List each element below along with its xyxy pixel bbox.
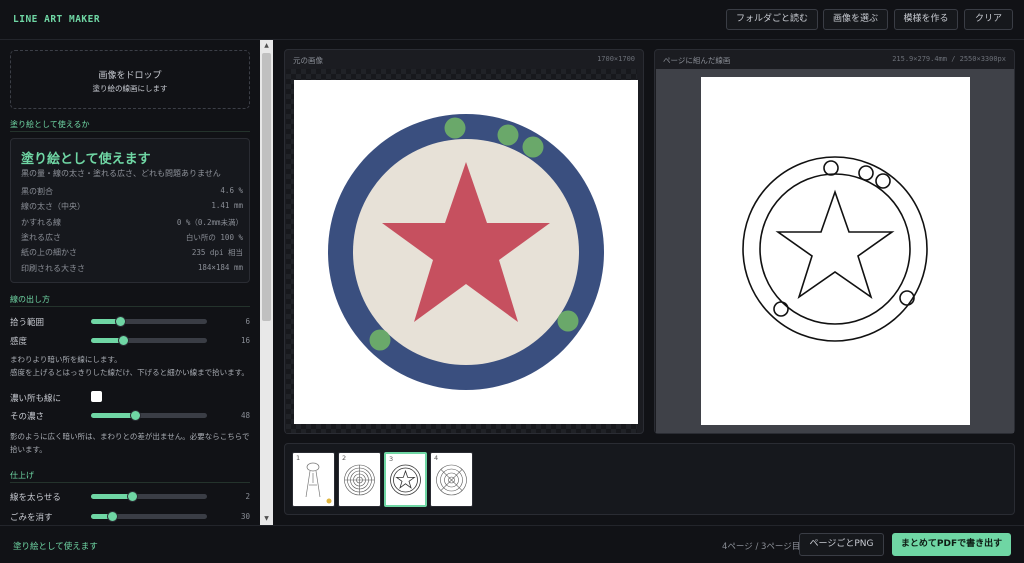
stat-faint-lines: かすれる線 0 %（0.2mm未満） [21,217,243,229]
page-panel-title: ページに組んだ線画 [663,56,731,65]
stat-label: 印刷される大きさ [21,264,85,273]
original-panel-title: 元の画像 [293,56,323,65]
export-pdf-button[interactable]: まとめてPDFで書き出す [892,533,1011,556]
page-area [656,69,1014,433]
assessment-card: 塗り絵として使えます 黒の量・線の太さ・塗れる広さ、どれも問題ありません 黒の割… [10,138,250,283]
sensitivity-value: 16 [240,336,250,345]
settings-sidebar: 画像をドロップ 塗り絵の線画にします 塗り絵として使えるか 塗り絵として使えます… [0,40,258,525]
density-value: 48 [240,411,250,420]
stat-value: 1.41 mm [211,201,243,210]
denoise-label: ごみを消す [10,513,53,523]
dark-as-line-checkbox[interactable] [91,391,102,402]
star-badge-image [328,114,604,390]
slider-thumb[interactable] [115,316,126,327]
sidebar-scrollbar[interactable]: ▲ ▼ [260,40,273,525]
stat-value: 184×184 mm [197,263,243,272]
slider-thumb[interactable] [130,410,142,421]
density-label: その濃さ [10,412,45,422]
line-note-bold: まわりより暗い所を線にします。 [10,355,122,364]
line-section-title: 線の出し方 [10,294,250,307]
original-image-size: 1700×1700 [597,55,635,63]
page-panel-header: ページに組んだ線画 215.9×279.4mm / 2550×3300px [663,55,1006,67]
stat-fillable-area: 塗れる広さ 白い所の 100 % [21,232,243,244]
page-size: 215.9×279.4mm / 2550×3300px [892,55,1006,63]
range-value: 6 [245,317,250,326]
range-slider[interactable] [91,316,207,327]
thumbnail-number: 2 [342,454,347,462]
app-header: LINE ART MAKER フォルダごと読む 画像を選ぶ 模様を作る クリア [0,0,1024,40]
original-image [294,80,638,424]
page-sheet [701,77,970,425]
stat-black-ratio: 黒の割合 4.6 % [21,186,243,198]
assessment-section-title: 塗り絵として使えるか [10,119,250,132]
slider-thumb[interactable] [118,335,130,346]
slider-thumb[interactable] [126,491,138,502]
stat-label: 紙の上の細かさ [21,248,77,257]
stat-label: 線の太さ（中央） [21,202,85,211]
clear-button[interactable]: クリア [964,9,1013,30]
verdict-subtext: 黒の量・線の太さ・塗れる広さ、どれも問題ありません [21,169,221,178]
stat-value: 235 dpi 相当 [191,248,243,257]
app-title: LINE ART MAKER [13,14,101,25]
shadow-note: 影のように広く暗い所は、まわりとの差が出ません。必要ならこちらで拾います。 [10,432,250,454]
original-image-panel: 元の画像 1700×1700 [284,49,644,434]
stat-detail-dpi: 紙の上の細かさ 235 dpi 相当 [21,247,243,259]
scroll-down-arrow-icon[interactable]: ▼ [260,513,273,525]
sensitivity-label: 感度 [10,337,28,347]
stat-value: 白い所の 100 % [185,233,243,242]
stat-line-width: 線の太さ（中央） 1.41 mm [21,201,243,213]
line-note-body: 感度を上げるとはっきりした線だけ、下げると細かい線まで拾います。 [10,368,249,377]
sensitivity-slider[interactable] [91,335,207,346]
page-thumbnail[interactable]: 4 [430,452,473,507]
stat-value: 0 %（0.2mm未満） [176,218,243,227]
original-panel-header: 元の画像 1700×1700 [293,55,635,67]
scroll-up-arrow-icon[interactable]: ▲ [260,40,273,52]
page-preview-panel: ページに組んだ線画 215.9×279.4mm / 2550×3300px [654,49,1015,434]
make-pattern-button[interactable]: 模様を作る [894,9,958,30]
denoise-slider[interactable] [91,511,207,522]
page-thumbnail-selected[interactable]: 3 [384,452,427,507]
thicken-value: 2 [245,492,250,501]
status-text: 塗り絵として使えます [13,542,98,552]
slider-thumb[interactable] [106,511,118,522]
choose-image-button[interactable]: 画像を選ぶ [823,9,888,30]
dropzone-title: 画像をドロップ [98,71,162,81]
thicken-label: 線を太らせる [10,493,61,503]
denoise-value: 30 [240,512,250,521]
stat-label: 黒の割合 [21,187,53,196]
stat-label: 塗れる広さ [21,233,61,242]
dark-as-line-label: 濃い所も線に [10,394,62,404]
app-footer: 塗り絵として使えます 4ページ / 3ページ目 ページごとPNG まとめてPDF… [0,525,1024,563]
page-thumbnail[interactable]: 2 [338,452,381,507]
thumbnail-number: 4 [434,454,439,462]
verdict-text: 塗り絵として使えます [21,152,151,167]
stat-print-size: 印刷される大きさ 184×184 mm [21,263,243,275]
stat-value: 4.6 % [220,186,243,195]
thumbnail-number: 3 [389,455,394,463]
page-indicator: 4ページ / 3ページ目 [722,542,801,552]
dropzone-subtitle: 塗り絵の線画にします [92,84,168,93]
line-art-preview [742,156,928,342]
finish-section-title: 仕上げ [10,470,250,483]
line-note: まわりより暗い所を線にします。 感度を上げるとはっきりした線だけ、下げると細かい… [10,353,250,379]
thicken-slider[interactable] [91,491,207,502]
export-png-button[interactable]: ページごとPNG [799,533,884,556]
page-thumbnail-strip: 1 2 3 4 [284,443,1015,515]
thumbnail-number: 1 [296,454,301,462]
stat-label: かすれる線 [21,218,61,227]
density-slider[interactable] [91,410,207,421]
open-folder-button[interactable]: フォルダごと読む [726,9,818,30]
transparency-background [286,69,638,433]
range-label: 拾う範囲 [10,318,45,328]
page-thumbnail[interactable]: 1 [292,452,335,507]
scrollbar-thumb[interactable] [262,53,271,321]
image-dropzone[interactable]: 画像をドロップ 塗り絵の線画にします [10,50,250,109]
